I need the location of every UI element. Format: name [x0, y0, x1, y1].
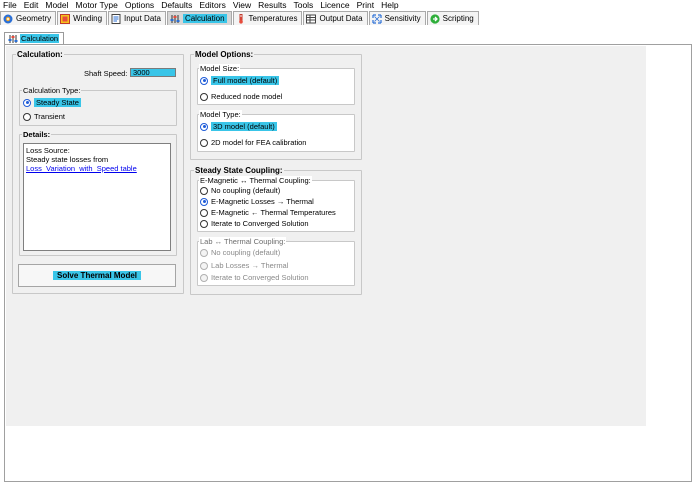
model-size-title: Model Size:: [199, 64, 241, 73]
details-loss-source: Loss Source:: [26, 146, 70, 155]
em-no-coupling-radio[interactable]: No coupling (default): [200, 186, 280, 195]
model-options-title: Model Options:: [194, 50, 255, 59]
details-title: Details:: [22, 130, 52, 139]
radio-unselected-icon: [200, 138, 208, 147]
em-iterate-radio[interactable]: Iterate to Converged Solution: [200, 219, 309, 228]
model-type-title: Model Type:: [199, 110, 242, 119]
tab-sensitivity[interactable]: Sensitivity: [368, 11, 426, 25]
main-tab-bar: Geometry Winding Input Data Calculation …: [0, 11, 693, 25]
radio-disabled-icon: [200, 273, 208, 282]
calculation-panel: Calculation: Shaft Speed: 3000 Calculati…: [6, 46, 646, 426]
lab-no-coupling-radio[interactable]: No coupling (default): [200, 248, 280, 257]
radio-selected-icon: [200, 122, 208, 131]
radio-unselected-icon: [200, 219, 208, 228]
transient-radio[interactable]: Transient: [23, 112, 65, 121]
menu-licence[interactable]: Licence: [317, 0, 353, 10]
tab-geometry[interactable]: Geometry: [0, 11, 57, 25]
menu-bar: File Edit Model Motor Type Options Defau…: [0, 0, 693, 10]
sensitivity-icon: [371, 13, 382, 24]
radio-selected-icon: [23, 98, 31, 107]
calculation-type-title: Calculation Type:: [22, 86, 82, 95]
radio-selected-icon: [200, 76, 208, 85]
menu-results[interactable]: Results: [255, 0, 290, 10]
shaft-speed-input[interactable]: 3000: [130, 68, 176, 77]
winding-icon: [60, 13, 71, 24]
radio-selected-icon: [200, 197, 208, 206]
menu-options[interactable]: Options: [122, 0, 158, 10]
menu-print[interactable]: Print: [354, 0, 378, 10]
menu-model[interactable]: Model: [42, 0, 72, 10]
tab-winding[interactable]: Winding: [57, 11, 108, 25]
calculation-pane: Calculation: Shaft Speed: 3000 Calculati…: [4, 44, 692, 482]
radio-unselected-icon: [200, 208, 208, 217]
tab-output-data[interactable]: Output Data: [303, 11, 368, 25]
lab-coupling-title: Lab ↔ Thermal Coupling:: [199, 237, 287, 246]
menu-help[interactable]: Help: [378, 0, 402, 10]
menu-edit[interactable]: Edit: [21, 0, 43, 10]
menu-view[interactable]: View: [230, 0, 255, 10]
steady-state-radio[interactable]: Steady State: [23, 98, 81, 107]
radio-unselected-icon: [23, 112, 31, 121]
menu-tools[interactable]: Tools: [290, 0, 317, 10]
scripting-icon: [430, 13, 440, 24]
loss-variation-link[interactable]: Loss_Variation_with_Speed table: [26, 164, 168, 173]
menu-motor-type[interactable]: Motor Type: [73, 0, 122, 10]
3d-model-radio[interactable]: 3D model (default): [200, 122, 277, 131]
calculation-icon: [8, 34, 18, 44]
sub-tab-bar: Calculation: [4, 32, 65, 44]
full-model-radio[interactable]: Full model (default): [200, 76, 280, 85]
calculation-title: Calculation:: [16, 50, 64, 59]
details-text-box: Loss Source: Steady state losses from Lo…: [23, 143, 171, 251]
subtab-calculation[interactable]: Calculation: [4, 32, 65, 44]
thermometer-icon: [236, 13, 246, 24]
em-thermal-temperatures-radio[interactable]: E-Magnetic ← Thermal Temperatures: [200, 208, 336, 217]
steady-state-coupling-title: Steady State Coupling:: [194, 166, 284, 175]
radio-unselected-icon: [200, 186, 208, 195]
solve-thermal-model-button[interactable]: Solve Thermal Model: [18, 264, 176, 287]
menu-defaults[interactable]: Defaults: [158, 0, 196, 10]
radio-disabled-icon: [200, 261, 208, 270]
menu-editors[interactable]: Editors: [196, 0, 229, 10]
details-description: Steady state losses from: [26, 155, 109, 164]
shaft-speed-label: Shaft Speed:: [84, 69, 128, 78]
reduced-model-radio[interactable]: Reduced node model: [200, 92, 282, 101]
output-data-icon: [306, 14, 317, 24]
tab-temperatures[interactable]: Temperatures: [232, 11, 303, 25]
tab-input-data[interactable]: Input Data: [108, 11, 166, 25]
em-coupling-title: E-Magnetic ↔ Thermal Coupling:: [199, 176, 312, 185]
lab-losses-to-thermal-radio[interactable]: Lab Losses → Thermal: [200, 261, 288, 270]
lab-iterate-radio[interactable]: Iterate to Converged Solution: [200, 273, 309, 282]
2d-model-radio[interactable]: 2D model for FEA calibration: [200, 138, 306, 147]
input-data-icon: [111, 13, 121, 24]
em-losses-to-thermal-radio[interactable]: E-Magnetic Losses → Thermal: [200, 197, 314, 206]
calculation-icon: [170, 14, 180, 24]
radio-disabled-icon: [200, 248, 208, 257]
tab-scripting[interactable]: Scripting: [426, 11, 479, 25]
menu-file[interactable]: File: [0, 0, 21, 10]
tab-calculation[interactable]: Calculation: [166, 11, 232, 25]
geometry-icon: [3, 14, 13, 24]
radio-unselected-icon: [200, 92, 208, 101]
